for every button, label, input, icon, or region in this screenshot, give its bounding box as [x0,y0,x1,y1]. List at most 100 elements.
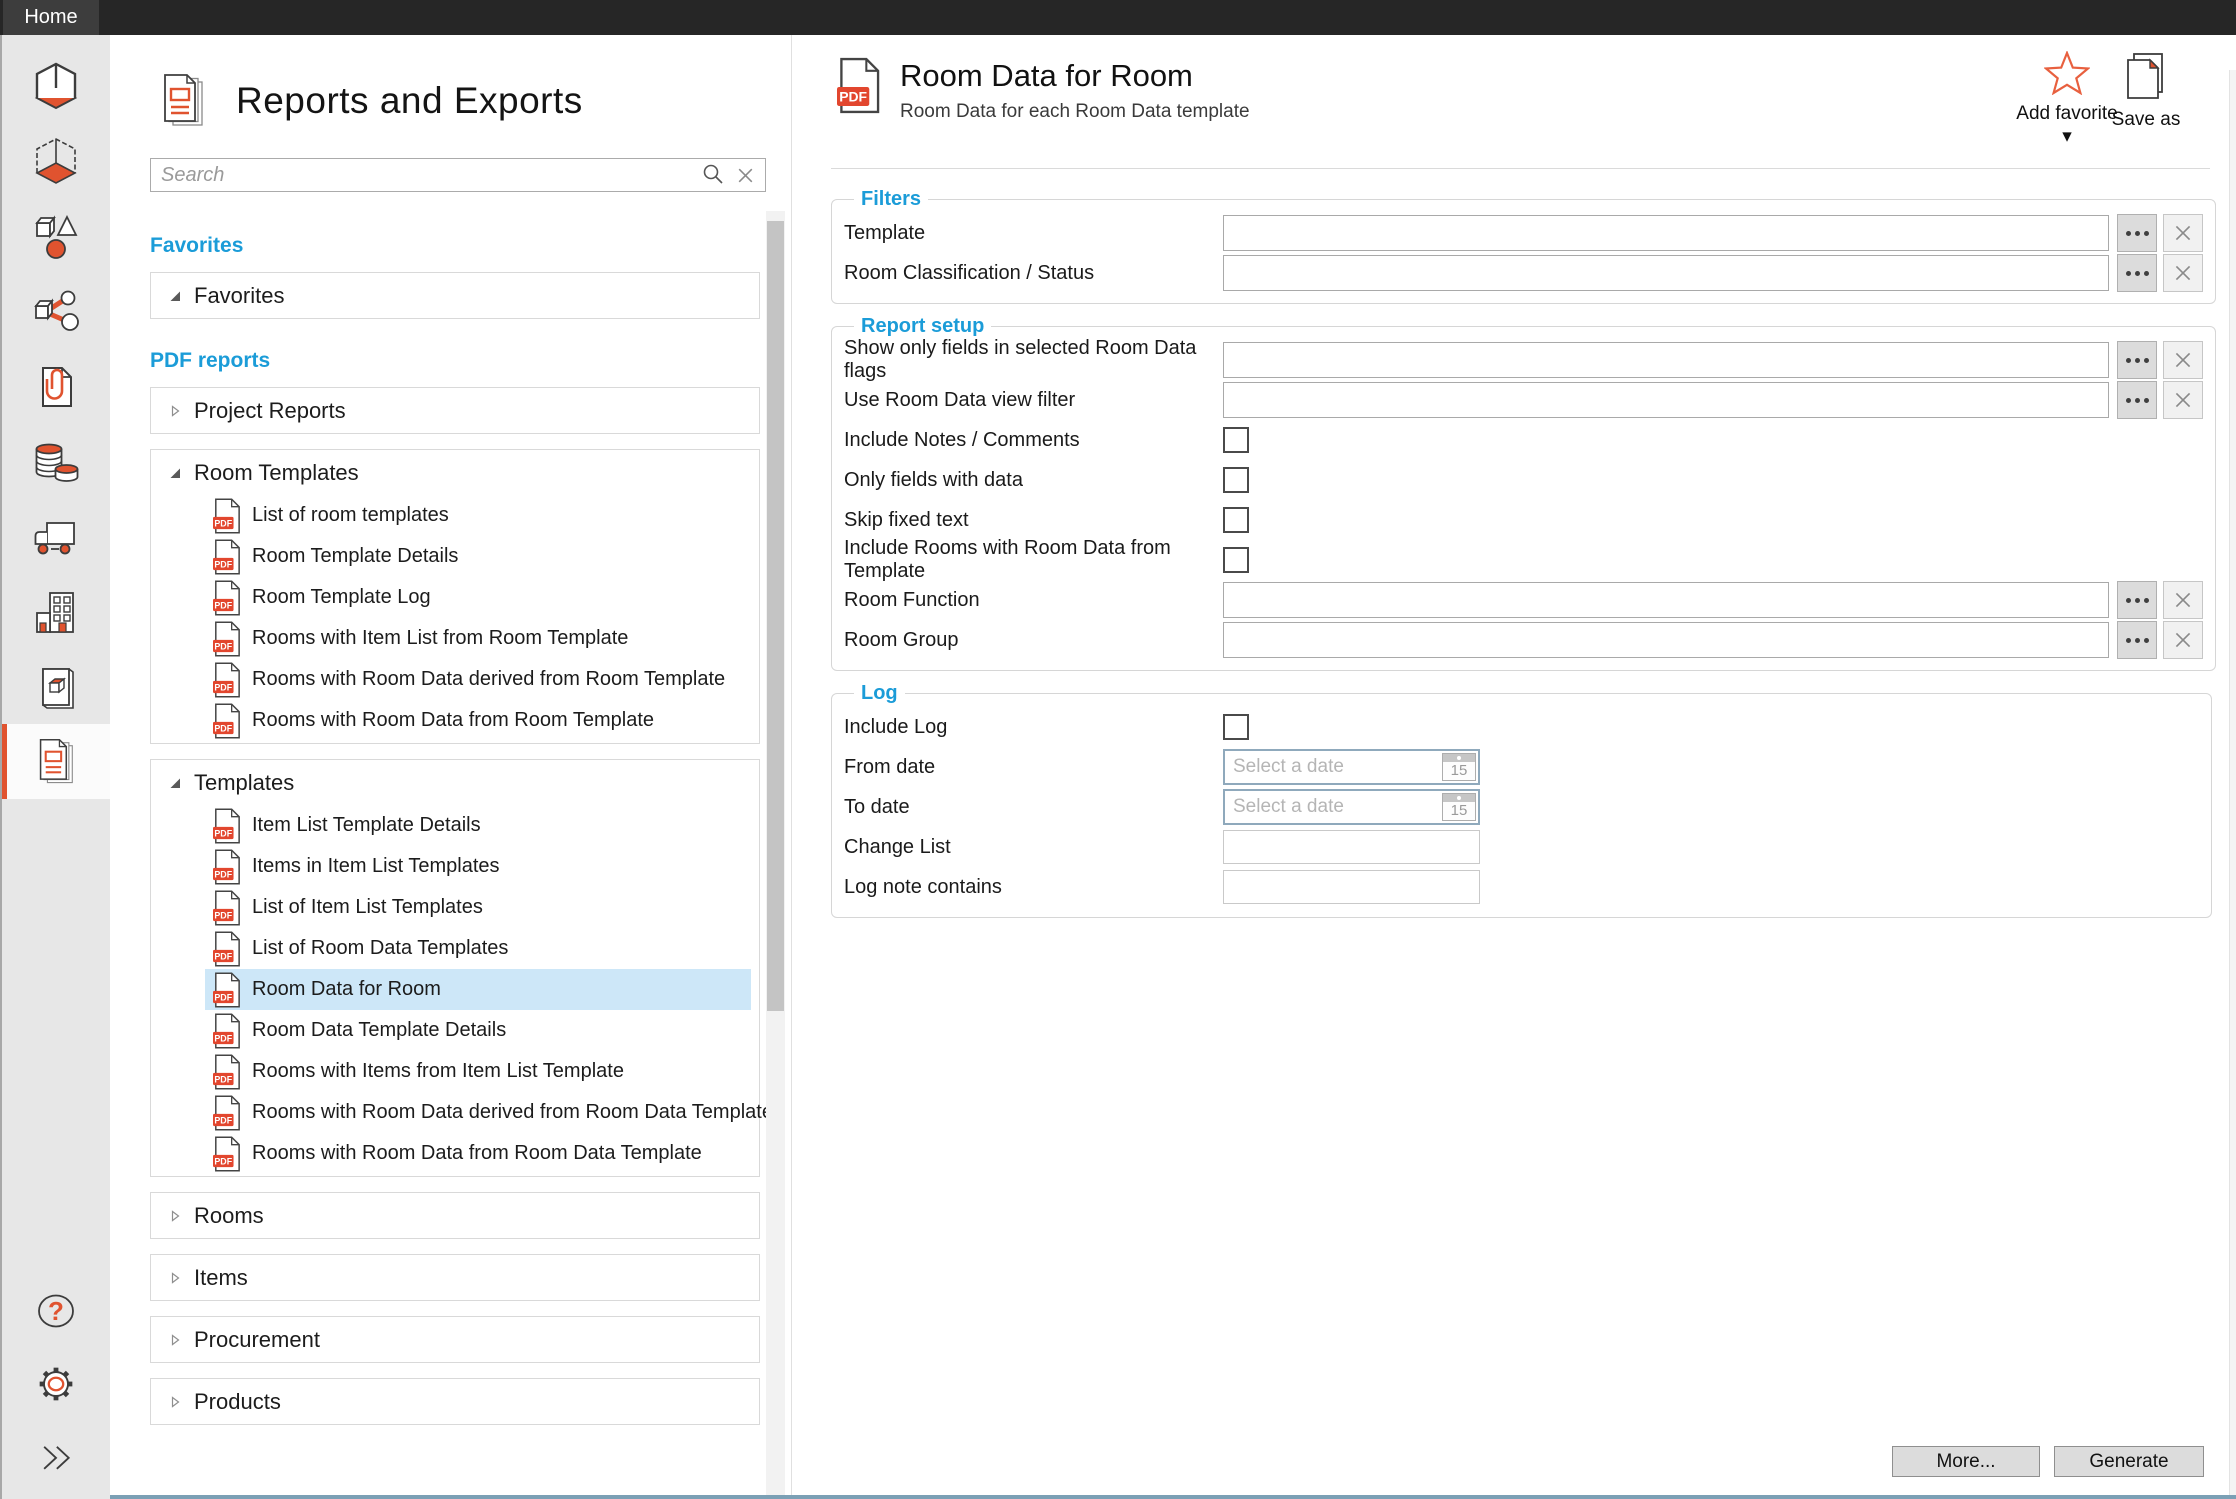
save-as-button[interactable]: Save as [2100,51,2192,132]
room-group-input[interactable] [1223,622,2109,658]
from-date-input[interactable] [1225,751,1440,783]
report-item[interactable]: Items in Item List Templates [205,846,751,887]
tree-group-header-project-reports[interactable]: Project Reports [151,388,759,433]
log-note-contains-input[interactable] [1223,870,1480,904]
template-input[interactable] [1223,215,2109,251]
pdf-file-icon [213,498,241,534]
report-item[interactable]: List of Room Data Templates [205,928,751,969]
report-item[interactable]: Rooms with Room Data from Room Data Temp… [205,1133,751,1174]
buildings-icon [30,586,82,638]
report-item[interactable]: Item List Template Details [205,805,751,846]
sidebar-item-attachments[interactable] [2,349,110,424]
to-date-input[interactable] [1225,791,1440,823]
only-fields-with-data-checkbox[interactable] [1223,467,1249,493]
search-icon[interactable] [702,163,726,187]
tree-group-header-favorites[interactable]: Favorites [151,273,759,318]
tree-group-header-procurement[interactable]: Procurement [151,1317,759,1362]
form-row-from-date: From date 15 [844,747,2199,787]
clear-icon [2172,222,2194,244]
report-item[interactable]: Room Template Log [205,577,751,618]
tree-group-header-room-templates[interactable]: Room Templates [151,450,759,495]
collapsed-arrow-icon [169,405,181,417]
calendar-icon[interactable]: 15 [1442,753,1476,781]
report-item[interactable]: Room Data Template Details [205,1010,751,1051]
sidebar-item-room-templates[interactable] [2,124,110,199]
form-row-room-data-flags: Show only fields in selected Room Data f… [844,340,2203,380]
form-row-only-fields: Only fields with data [844,460,2203,500]
title-bar: Home [0,0,2236,35]
sidebar-item-rooms[interactable] [2,49,110,124]
tree-group-header-templates[interactable]: Templates [151,760,759,805]
settings-button[interactable] [2,1347,110,1420]
template-clear-button[interactable] [2163,214,2203,252]
pdf-file-icon [213,1054,241,1090]
tree-group-header-products[interactable]: Products [151,1379,759,1424]
report-item[interactable]: Rooms with Room Data from Room Template [205,700,751,741]
tree-group-header-items[interactable]: Items [151,1255,759,1300]
report-item[interactable]: Rooms with Item List from Room Template [205,618,751,659]
more-button[interactable]: More... [1892,1446,2040,1477]
include-notes-checkbox[interactable] [1223,427,1249,453]
report-item[interactable]: List of Item List Templates [205,887,751,928]
sidebar-item-buildings[interactable] [2,574,110,649]
room-function-browse-button[interactable] [2117,581,2157,619]
report-item[interactable]: Room Template Details [205,536,751,577]
clear-icon [2172,389,2194,411]
sidebar-item-items[interactable] [2,199,110,274]
report-item[interactable]: Rooms with Room Data derived from Room T… [205,659,751,700]
room-classification-browse-button[interactable] [2117,254,2157,292]
room-classification-clear-button[interactable] [2163,254,2203,292]
panel-scrollbar[interactable] [766,211,785,1499]
room-group-clear-button[interactable] [2163,621,2203,659]
sidebar-item-reports[interactable] [2,724,110,799]
pdf-file-icon [213,849,241,885]
room-data-flags-clear-button[interactable] [2163,341,2203,379]
sidebar-item-logistics[interactable] [2,499,110,574]
view-filter-browse-button[interactable] [2117,381,2157,419]
help-button[interactable]: ? [2,1274,110,1347]
double-chevron-right-icon [32,1435,80,1479]
report-item[interactable]: List of room templates [205,495,751,536]
tree-group-room-templates: Room Templates List of room templates Ro… [150,449,760,744]
room-data-flags-browse-button[interactable] [2117,341,2157,379]
finance-coins-icon [30,436,82,488]
room-group-browse-button[interactable] [2117,621,2157,659]
home-tab[interactable]: Home [3,0,99,35]
report-item-selected[interactable]: Room Data for Room [205,969,751,1010]
report-item[interactable]: Rooms with Room Data derived from Room D… [205,1092,751,1133]
room-function-clear-button[interactable] [2163,581,2203,619]
tree-group-project-reports: Project Reports [150,387,760,434]
include-rooms-from-template-checkbox[interactable] [1223,547,1249,573]
pdf-file-icon [213,972,241,1008]
pdf-file-icon [213,703,241,739]
svg-text:?: ? [48,1296,64,1326]
report-item[interactable]: Rooms with Items from Item List Template [205,1051,751,1092]
expand-sidebar-button[interactable] [2,1420,110,1493]
clear-search-icon[interactable] [735,165,756,186]
tree-group-rooms: Rooms [150,1192,760,1239]
sidebar-item-finance[interactable] [2,424,110,499]
tree-group-header-rooms[interactable]: Rooms [151,1193,759,1238]
pdf-file-icon [213,539,241,575]
report-subtitle: Room Data for each Room Data template [900,101,1250,123]
sidebar-item-products-network[interactable] [2,274,110,349]
catalog-book-icon [30,661,82,713]
change-list-input[interactable] [1223,830,1480,864]
gear-icon [31,1359,81,1409]
main-scrollbar[interactable] [2229,70,2236,1499]
pdf-file-icon [213,1095,241,1131]
view-filter-input[interactable] [1223,382,2109,418]
include-log-checkbox[interactable] [1223,714,1249,740]
panel-scrollbar-thumb[interactable] [767,221,784,1011]
generate-button[interactable]: Generate [2054,1446,2204,1477]
room-classification-input[interactable] [1223,255,2109,291]
room-data-flags-input[interactable] [1223,342,2109,378]
template-browse-button[interactable] [2117,214,2157,252]
window-bottom-edge [110,1495,2236,1499]
skip-fixed-text-checkbox[interactable] [1223,507,1249,533]
search-input[interactable] [151,160,702,190]
sidebar-item-catalog[interactable] [2,649,110,724]
room-function-input[interactable] [1223,582,2109,618]
view-filter-clear-button[interactable] [2163,381,2203,419]
calendar-icon[interactable]: 15 [1442,793,1476,821]
